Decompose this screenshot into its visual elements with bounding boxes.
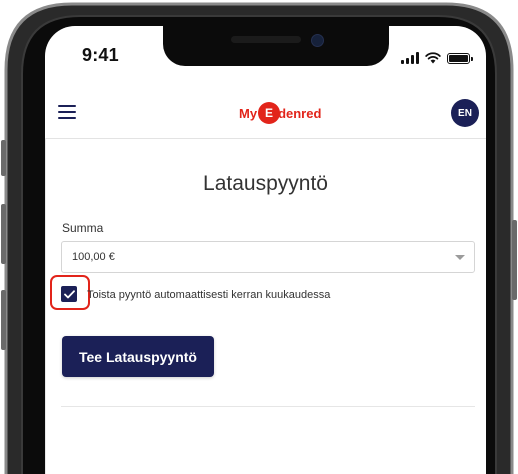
logo-suffix: denred xyxy=(278,105,322,121)
status-icons xyxy=(401,50,473,64)
checkmark-icon xyxy=(63,289,75,298)
logo-circle: E xyxy=(258,102,281,124)
section-divider xyxy=(61,406,475,407)
phone-screen: 9:41 My E denred EN Latauspyyntö Summa 1… xyxy=(45,26,486,474)
app-header: My E denred EN xyxy=(45,90,486,139)
recurring-checkbox-label[interactable]: Toista pyyntö automaattisesti kerran kuu… xyxy=(87,289,330,301)
speaker-grille xyxy=(231,36,301,43)
page-title: Latauspyyntö xyxy=(203,172,328,195)
status-time: 9:41 xyxy=(82,45,119,65)
hamburger-menu-icon[interactable] xyxy=(58,105,76,119)
amount-select[interactable]: 100,00 € xyxy=(61,241,475,273)
battery-icon xyxy=(447,53,473,64)
language-button[interactable]: EN xyxy=(451,99,479,127)
recurring-checkbox[interactable] xyxy=(61,286,77,302)
myedenred-logo[interactable]: My E denred xyxy=(239,102,322,124)
cellular-signal-icon xyxy=(401,52,419,64)
logo-prefix: My xyxy=(239,105,258,121)
phone-notch xyxy=(163,26,389,66)
amount-label: Summa xyxy=(62,221,104,235)
wifi-icon xyxy=(425,52,441,64)
front-camera-icon xyxy=(311,34,324,47)
chevron-down-icon xyxy=(455,255,465,260)
submit-request-button[interactable]: Tee Latauspyyntö xyxy=(62,336,214,377)
amount-selected-value: 100,00 € xyxy=(72,251,115,263)
